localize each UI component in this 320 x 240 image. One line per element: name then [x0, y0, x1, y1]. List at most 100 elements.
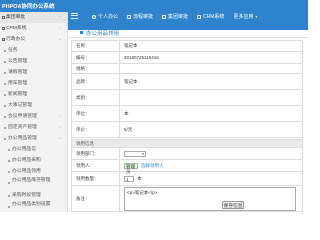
select-user-link[interactable]: 选择领用人 [141, 163, 164, 169]
form-row-dept: 领用部门： [71, 148, 303, 160]
row-label: 规格： [72, 64, 120, 73]
sidebar-item-label: 大事记管理 [8, 103, 32, 108]
nav-process-approval[interactable]: 流程审批 [127, 13, 153, 20]
sidebar-item-label: 行政办公 [6, 37, 26, 42]
nav-crm[interactable]: CRM系统 [197, 13, 224, 20]
nav-label: 集团审批 [168, 14, 189, 20]
bullet-icon [4, 127, 6, 129]
bullet-icon [8, 171, 10, 173]
sidebar-item-supplies-info[interactable]: 办公用品信 [0, 144, 67, 155]
flow-icon [127, 14, 132, 19]
sidebar-item-label: 任务 [8, 48, 18, 53]
folder-icon [1, 27, 5, 30]
bullet-icon [4, 61, 6, 63]
nav-personal-office[interactable]: 个人办公 [92, 13, 118, 20]
folder-icon [1, 38, 5, 41]
page-title: 办公用品领用 [86, 31, 120, 37]
row-value: 本 [124, 110, 129, 116]
detail-row-brand: 品牌： 笔记本 [71, 74, 303, 90]
main-content: 办公用品领用 名称： 笔记本 编号： 20180725110416 规格： 品牌… [70, 30, 308, 212]
bullet-icon [4, 116, 6, 118]
bullet-icon [4, 83, 6, 85]
sidebar-item-notice[interactable]: 公告管理 [0, 56, 67, 67]
chevron-right-icon: › [59, 114, 61, 118]
row-value: 5/元 [124, 126, 133, 132]
app-title: PHPOA协同办公系统 [2, 4, 55, 10]
sidebar-item-vehicle[interactable]: 用车管理 [0, 78, 67, 89]
bullet-icon [8, 195, 10, 197]
detail-row-name: 名称： 笔记本 [71, 40, 303, 52]
bullet-icon [8, 182, 10, 184]
row-value [124, 148, 146, 159]
bullet-icon [4, 72, 6, 74]
row-label: 编号： [72, 52, 120, 63]
nav-group-approval[interactable]: 集团审批 [162, 13, 188, 20]
remark-textarea[interactable]: <p>笔记本</p> [124, 186, 296, 211]
sidebar-item-group-approval[interactable]: 集团审批 › [0, 12, 67, 23]
sidebar-item-purchase-period[interactable]: 采购时段管理 [0, 190, 67, 201]
chevron-down-icon: ⌄ [58, 37, 61, 41]
sidebar-item-label: 公告管理 [8, 59, 28, 64]
user-field[interactable]: 管理员 [124, 162, 138, 174]
sidebar-item-admin-office[interactable]: 行政办公 ⌄ [0, 34, 67, 45]
sidebar-item-events[interactable]: 大事记管理 [0, 100, 67, 111]
row-label: 领用人： [72, 160, 120, 171]
sidebar-item-label: 办公用品管理 [8, 136, 37, 141]
quantity-unit: 本 [137, 175, 142, 181]
sidebar-item-label: 采购时段管理 [12, 193, 41, 198]
sidebar-item-supplies-use[interactable]: 办公用品领用 [0, 166, 67, 177]
save-button[interactable]: 保存信息 [222, 201, 244, 209]
row-value: 笔记本 [124, 78, 138, 84]
panel-icon [80, 31, 83, 34]
form-row-remark: 备注： <p>笔记本</p> [71, 186, 303, 212]
form-row-user: 领用人： 管理员 选择领用人 [71, 160, 303, 174]
sidebar-item-leave[interactable]: 请假管理 [0, 67, 67, 78]
chevron-right-icon: › [59, 125, 61, 129]
sidebar-item-assets[interactable]: 固定资产管理 › [0, 122, 67, 133]
sidebar-item-crm[interactable]: CRM系统 › [0, 23, 67, 34]
nav-label: 更多应用 [233, 14, 254, 20]
chevron-down-icon: ⌄ [58, 136, 61, 140]
nav-more-apps[interactable]: 更多应用 ▾ [233, 13, 257, 20]
sidebar-item-supplies-purchase[interactable]: 办公用品采购 [0, 155, 67, 166]
menu-toggle-icon[interactable] [71, 13, 78, 19]
bullet-icon [8, 160, 10, 162]
detail-row-code: 编号： 20180725110416 [71, 52, 303, 64]
row-value: 1 本 [124, 172, 142, 185]
sidebar: 集团审批 › CRM系统 › 行政办公 ⌄ 任务 公告管理 请假管理 用车管理 … [0, 12, 68, 212]
sidebar-item-label: 办公用品类别设置 [12, 202, 51, 207]
sidebar-item-label: 会议申请管理 [8, 114, 37, 119]
bullet-icon [4, 138, 6, 140]
row-label: 领用数量： [72, 172, 120, 185]
crm-icon [197, 14, 202, 19]
detail-row-price: 单价： 5/元 [71, 122, 303, 138]
detail-row-category: 类别： [71, 90, 303, 106]
sidebar-item-label: 用车管理 [8, 81, 28, 86]
folder-icon [1, 16, 5, 19]
row-value: <p>笔记本</p> [124, 186, 296, 211]
quantity-input[interactable]: 1 [124, 175, 134, 182]
sidebar-item-task[interactable]: 任务 [0, 45, 67, 56]
detail-row-spec: 规格： [71, 64, 303, 74]
row-label: 品牌： [72, 74, 120, 89]
bullet-icon [8, 149, 10, 151]
sidebar-item-meeting[interactable]: 会议申请管理 › [0, 111, 67, 122]
form-section-header: 领用信息 [71, 139, 303, 148]
sidebar-item-news[interactable]: 新闻管理 [0, 89, 67, 100]
bullet-icon [4, 50, 6, 52]
sidebar-item-label: CRM系统 [6, 26, 27, 31]
sidebar-item-supplies[interactable]: 办公用品管理 ⌄ [0, 133, 67, 144]
chevron-right-icon: › [59, 26, 61, 30]
dept-select[interactable] [124, 150, 146, 157]
chevron-down-icon: ▾ [255, 14, 258, 19]
sidebar-item-label: 固定资产管理 [8, 125, 37, 130]
sidebar-item-label: 办公用品采购 [12, 158, 41, 163]
sidebar-item-supplies-stock[interactable]: 办公用品库存管理 [0, 177, 60, 190]
sidebar-item-label: 集团审批 [6, 15, 26, 20]
row-label: 备注： [72, 186, 120, 211]
chevron-right-icon: › [59, 15, 61, 19]
sidebar-item-supplies-category[interactable]: 办公用品类别设置 [0, 201, 60, 214]
top-nav: 个人办公 流程审批 集团审批 CRM系统 更多应用 ▾ [92, 13, 257, 20]
row-value: 管理员 选择领用人 [124, 160, 164, 174]
row-label: 名称： [72, 40, 120, 51]
